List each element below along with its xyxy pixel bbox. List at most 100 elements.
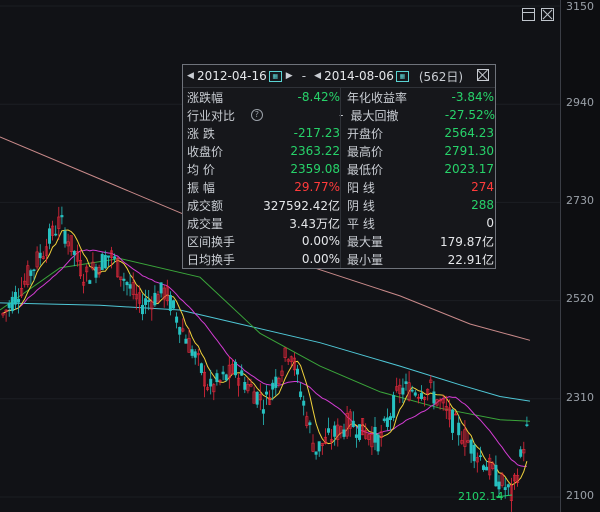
candle-body [147, 300, 151, 303]
candle-body [7, 303, 11, 308]
stats-row: 涨跌幅 -8.42% 年化收益率 -3.84% [183, 88, 495, 106]
candle-body [519, 449, 523, 457]
candle-body [419, 392, 423, 399]
calendar-icon[interactable]: ▦ [395, 70, 409, 82]
stat-label: 最大回撤 [350, 108, 399, 123]
end-date-field[interactable]: 2014-08-06 [322, 69, 396, 83]
end-prev-arrow-icon[interactable]: ◀ [314, 71, 322, 81]
close-panel-icon[interactable] [477, 69, 489, 81]
candle-body [60, 215, 64, 218]
window-controls [522, 8, 554, 21]
candle-body [326, 428, 330, 433]
candle-body [63, 230, 67, 244]
stat-label: 振 幅 [187, 180, 215, 195]
stat-value: 2363.22 [290, 144, 340, 158]
stat-value: 2023.17 [444, 162, 494, 176]
candle-body [317, 441, 321, 452]
candle-body [382, 418, 386, 421]
stat-label: 最大量 [347, 234, 384, 249]
candle-body [240, 370, 244, 376]
candle-body [525, 424, 529, 426]
candle-body [159, 282, 163, 294]
candle-body [506, 484, 510, 488]
stat-value: 0.00% [301, 234, 340, 248]
candle-body [199, 363, 203, 374]
candle-body [478, 455, 482, 458]
price-label: 2940 [566, 96, 594, 109]
stat-label: 区间换手 [187, 234, 236, 249]
candle-body [175, 316, 179, 323]
candle-body [485, 466, 489, 471]
help-icon[interactable]: ? [250, 109, 263, 121]
start-date-field[interactable]: 2012-04-16 [195, 69, 269, 83]
stat-value: -8.42% [297, 90, 340, 104]
candle-body [94, 266, 98, 278]
candle-body [72, 250, 76, 255]
price-label: 2730 [566, 194, 594, 207]
interval-stats-panel: ◀ 2012-04-16 ▦ ▶ - ◀ 2014-08-06 ▦ (562日)… [182, 64, 496, 269]
candle-body [392, 395, 396, 418]
stats-rows: 涨跌幅 -8.42% 年化收益率 -3.84% 行业对比? - 最大回撤 -27.52% 涨 跌… [183, 88, 495, 268]
stat-label: 成交量 [187, 216, 224, 231]
candle-body [494, 464, 498, 487]
candle-body [54, 233, 58, 236]
date-range-header: ◀ 2012-04-16 ▦ ▶ - ◀ 2014-08-06 ▦ (562日) [183, 65, 495, 88]
stat-label: 最高价 [347, 144, 384, 159]
stat-value: 2791.30 [444, 144, 494, 158]
maximize-icon[interactable] [522, 8, 535, 21]
stat-value: 29.77% [294, 180, 340, 194]
candle-body [106, 255, 110, 258]
candle-body [261, 409, 265, 414]
candle-body [472, 444, 476, 462]
candle-body [122, 278, 126, 281]
stat-value: 327592.42亿 [263, 198, 340, 213]
candle-body [299, 391, 303, 398]
candle-body [255, 391, 259, 405]
candle-body [13, 291, 17, 305]
stat-label: 年化收益率 [347, 90, 408, 105]
candle-body [128, 284, 132, 289]
stat-value: -217.23 [293, 126, 340, 140]
stat-label: 平 线 [347, 216, 375, 231]
stat-value: 22.91亿 [447, 252, 494, 267]
close-icon[interactable] [541, 8, 554, 21]
stat-label: 阳 线 [347, 180, 375, 195]
candle-body [308, 422, 312, 426]
candle-body [144, 298, 148, 305]
stats-row: 成交额 327592.42亿阴 线 288 [183, 196, 495, 214]
calendar-icon[interactable]: ▦ [268, 70, 282, 82]
stat-label: 最低价 [347, 162, 384, 177]
candle-body [432, 391, 436, 404]
ma-cyan-line [0, 302, 531, 402]
candle-body [47, 228, 51, 244]
stat-value: 2564.23 [444, 126, 494, 140]
price-label: 2310 [566, 391, 594, 404]
candle-body [357, 424, 361, 440]
candle-body [264, 391, 268, 395]
candle-body [113, 256, 117, 259]
candle-body [404, 381, 408, 384]
candle-body [190, 349, 194, 356]
min-price-label: 2102.14 [458, 490, 504, 503]
candle-body [221, 371, 225, 375]
stats-row: 涨 跌 -217.23 开盘价 2564.23 [183, 124, 495, 142]
candle-body [376, 434, 380, 452]
candle-body [32, 269, 36, 272]
stat-value: 0 [486, 216, 494, 230]
candle-body [410, 389, 414, 392]
candle-body [100, 254, 104, 270]
stats-row: 日均换手 0.00% 最小量 22.91亿 [183, 250, 495, 268]
candle-body [481, 465, 485, 470]
ma-magenta-line [2, 249, 527, 467]
start-prev-arrow-icon[interactable]: ◀ [187, 71, 195, 81]
start-next-arrow-icon[interactable]: ▶ [286, 71, 294, 81]
candle-body [271, 382, 275, 390]
candle-body [178, 326, 182, 335]
candle-body [385, 417, 389, 427]
candle-body [193, 351, 197, 358]
stats-row: 成交量 3.43万亿平 线 0 [183, 214, 495, 232]
candle-body [209, 378, 213, 387]
candle-body [450, 409, 454, 433]
candle-body [38, 252, 42, 259]
candle-body [373, 426, 377, 443]
